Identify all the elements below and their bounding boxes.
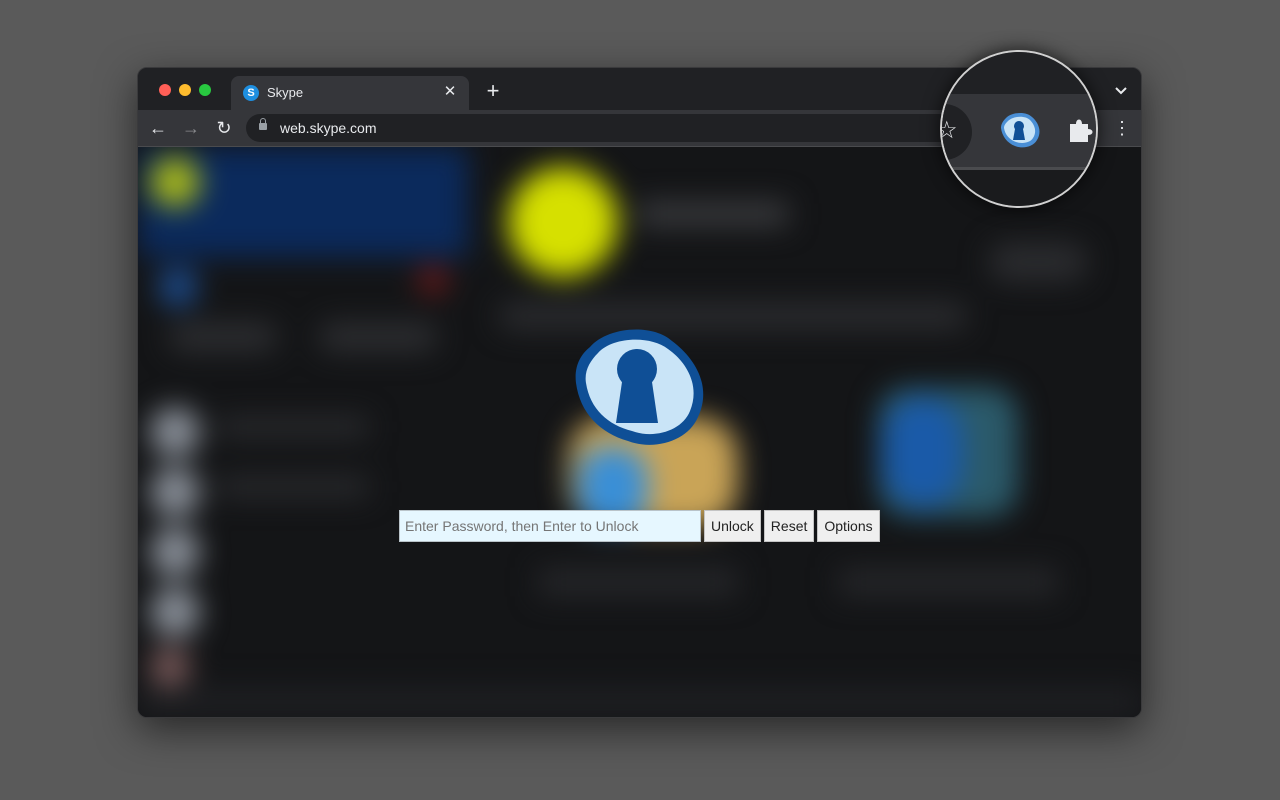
url-text: web.skype.com bbox=[280, 120, 377, 136]
maximize-window-button[interactable] bbox=[199, 84, 211, 96]
tab-title: Skype bbox=[267, 85, 304, 100]
toolbar-magnifier: ☆ bbox=[940, 50, 1098, 208]
forward-button[interactable]: → bbox=[179, 116, 203, 140]
unlock-button[interactable]: Unlock bbox=[704, 510, 761, 542]
reload-button[interactable]: ↻ bbox=[212, 116, 236, 140]
close-window-button[interactable] bbox=[159, 84, 171, 96]
extensions-puzzle-icon[interactable] bbox=[1066, 114, 1096, 144]
skype-icon: S bbox=[243, 85, 259, 101]
reset-button[interactable]: Reset bbox=[763, 510, 815, 542]
browser-menu-button[interactable]: ⋮ bbox=[1113, 116, 1131, 140]
minimize-window-button[interactable] bbox=[179, 84, 191, 96]
new-tab-button[interactable]: + bbox=[482, 80, 504, 102]
lock-screen-overlay: Unlock Reset Options bbox=[138, 147, 1141, 717]
keyhole-lock-icon[interactable] bbox=[1000, 112, 1040, 148]
back-button[interactable]: ← bbox=[146, 116, 170, 140]
bookmark-star-icon[interactable]: ☆ bbox=[942, 116, 958, 145]
password-input[interactable] bbox=[399, 510, 701, 542]
tab-skype[interactable]: S Skype ✕ bbox=[231, 76, 469, 110]
close-tab-icon[interactable]: ✕ bbox=[441, 83, 459, 101]
options-button[interactable]: Options bbox=[817, 510, 880, 542]
tab-search-chevron-icon[interactable] bbox=[1115, 82, 1127, 98]
page-content: Unlock Reset Options bbox=[138, 147, 1141, 717]
keyhole-lock-icon bbox=[572, 327, 708, 447]
lock-icon bbox=[259, 118, 267, 130]
password-row: Unlock Reset Options bbox=[399, 510, 880, 542]
magnified-toolbar: ☆ bbox=[942, 94, 1096, 167]
